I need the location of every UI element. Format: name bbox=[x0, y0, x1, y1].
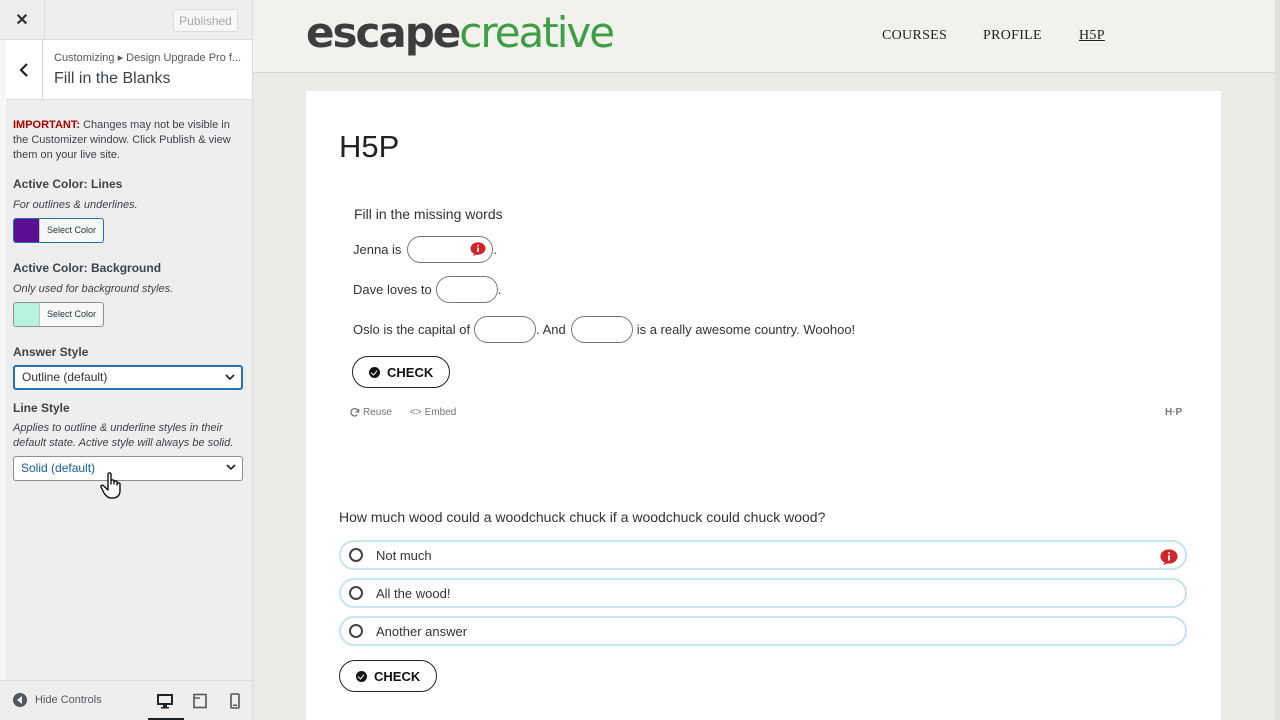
hide-controls-label: Hide Controls bbox=[35, 694, 102, 706]
back-button[interactable] bbox=[6, 40, 43, 99]
info-badge-icon bbox=[1160, 549, 1178, 565]
answer-style-value: Outline (default) bbox=[22, 370, 108, 384]
blank-text: Dave loves to bbox=[353, 281, 432, 297]
blank-text: Jenna is bbox=[353, 241, 402, 257]
sidebar-header: ✕ Published bbox=[0, 0, 252, 40]
answer-label: Another answer bbox=[376, 623, 468, 639]
embed-label: Embed bbox=[424, 407, 457, 418]
select-color-label: Select Color bbox=[46, 225, 97, 235]
line-style-value: Solid (default) bbox=[21, 461, 96, 475]
fill-blanks-intro: Fill in the missing words bbox=[354, 206, 503, 222]
radio-circle-icon bbox=[349, 548, 363, 562]
page-title: H5P bbox=[339, 129, 400, 164]
mc-question: How much wood could a woodchuck chuck if… bbox=[339, 509, 826, 525]
check-button-2[interactable]: CHECK bbox=[339, 660, 438, 692]
bg-color-desc: Only used for background styles. bbox=[13, 283, 174, 295]
lines-color-title: Active Color: Lines bbox=[13, 177, 123, 191]
blank-line-3: Oslo is the capital of . And is a really… bbox=[353, 315, 855, 343]
important-notice: IMPORTANT: Changes may not be visible in… bbox=[13, 118, 245, 163]
blank-text: . bbox=[497, 281, 502, 297]
sidebar-footer: Hide Controls bbox=[0, 680, 252, 720]
answer-label: All the wood! bbox=[376, 585, 451, 601]
embed-button[interactable]: <> Embed bbox=[410, 407, 456, 418]
reuse-label: Reuse bbox=[363, 407, 392, 418]
check-button-1[interactable]: CHECK bbox=[352, 356, 451, 388]
close-icon: ✕ bbox=[15, 12, 29, 29]
blank-text: Oslo is the capital of bbox=[353, 321, 471, 337]
nav-h5p[interactable]: H5P bbox=[1079, 28, 1105, 44]
embed-icon: <> bbox=[409, 407, 422, 418]
blank-text: . bbox=[493, 241, 498, 257]
section-header: Customizing ▸ Design Upgrade Pro f... Fi… bbox=[6, 40, 252, 100]
hide-controls-button[interactable]: Hide Controls bbox=[13, 693, 102, 707]
customizer-sidebar: ✕ Published Customizing ▸ Design Upgrade… bbox=[0, 0, 253, 720]
important-label: IMPORTANT: bbox=[13, 119, 81, 131]
chevron-down-icon bbox=[225, 374, 235, 381]
answer-option-1[interactable]: Not much bbox=[339, 540, 1187, 570]
chevron-left-icon bbox=[19, 62, 28, 77]
bg-color-picker[interactable]: Select Color bbox=[13, 302, 104, 327]
lines-color-desc: For outlines & underlines. bbox=[13, 199, 138, 211]
check-label: CHECK bbox=[387, 364, 434, 380]
site-preview: escapecreative COURSES PROFILE H5P H5P F… bbox=[253, 0, 1280, 720]
site-logo[interactable]: escapecreative bbox=[306, 8, 615, 57]
blank-input-3[interactable] bbox=[474, 315, 537, 343]
site-header: escapecreative COURSES PROFILE H5P bbox=[253, 0, 1275, 73]
reuse-icon bbox=[350, 408, 360, 417]
chevron-down-icon bbox=[226, 464, 236, 471]
blank-input-2[interactable] bbox=[435, 275, 498, 303]
answer-option-2[interactable]: All the wood! bbox=[339, 578, 1187, 608]
lines-color-picker[interactable]: Select Color bbox=[13, 218, 104, 243]
select-color-label: Select Color bbox=[46, 309, 97, 319]
published-button[interactable]: Published bbox=[173, 9, 238, 32]
check-circle-icon bbox=[369, 366, 380, 378]
section-title: Fill in the Blanks bbox=[54, 70, 171, 87]
reuse-button[interactable]: Reuse bbox=[349, 407, 392, 418]
breadcrumb: Customizing ▸ Design Upgrade Pro f... bbox=[54, 52, 242, 64]
answer-style-select[interactable]: Outline (default) bbox=[13, 365, 243, 390]
logo-escape: escape bbox=[306, 8, 461, 57]
hand-cursor-icon bbox=[100, 472, 121, 499]
radio-circle-icon bbox=[349, 586, 363, 600]
info-badge-icon bbox=[470, 241, 486, 256]
blank-input-1[interactable] bbox=[407, 235, 494, 263]
nav-courses[interactable]: COURSES bbox=[882, 28, 947, 44]
sidebar-edge bbox=[0, 40, 6, 720]
collapse-icon bbox=[13, 693, 27, 707]
nav-profile[interactable]: PROFILE bbox=[983, 28, 1042, 44]
blank-text: . And bbox=[536, 321, 566, 337]
line-style-desc: Applies to outline & underline styles in… bbox=[13, 422, 234, 449]
line-style-title: Line Style bbox=[13, 401, 70, 415]
h5p-actions: Reuse <> Embed bbox=[349, 407, 456, 418]
h5p-logo[interactable]: H·P bbox=[1165, 407, 1182, 418]
answer-option-3[interactable]: Another answer bbox=[339, 616, 1187, 646]
logo-creative: creative bbox=[459, 8, 615, 57]
line-style-select[interactable]: Solid (default) bbox=[13, 456, 243, 481]
blank-line-2: Dave loves to . bbox=[353, 275, 501, 303]
bg-color-swatch bbox=[14, 303, 40, 326]
controls-panel: IMPORTANT: Changes may not be visible in… bbox=[13, 118, 245, 481]
mobile-preview-icon[interactable] bbox=[227, 693, 243, 709]
blank-text: is a really awesome country. Woohoo! bbox=[636, 321, 856, 337]
check-label: CHECK bbox=[374, 668, 421, 684]
preview-scrollbar[interactable] bbox=[1275, 0, 1280, 720]
lines-color-swatch bbox=[14, 219, 40, 242]
answer-style-title: Answer Style bbox=[13, 345, 89, 359]
radio-circle-icon bbox=[349, 624, 363, 638]
tablet-preview-icon[interactable] bbox=[192, 693, 208, 709]
content-card: H5P Fill in the missing words Jenna is .… bbox=[306, 91, 1221, 720]
blank-input-4[interactable] bbox=[570, 315, 633, 343]
blank-line-1: Jenna is . bbox=[353, 235, 497, 263]
check-circle-icon bbox=[356, 670, 367, 682]
close-button[interactable]: ✕ bbox=[0, 0, 45, 40]
desktop-preview-icon[interactable] bbox=[157, 693, 173, 709]
bg-color-title: Active Color: Background bbox=[13, 261, 162, 275]
answer-label: Not much bbox=[376, 547, 432, 563]
